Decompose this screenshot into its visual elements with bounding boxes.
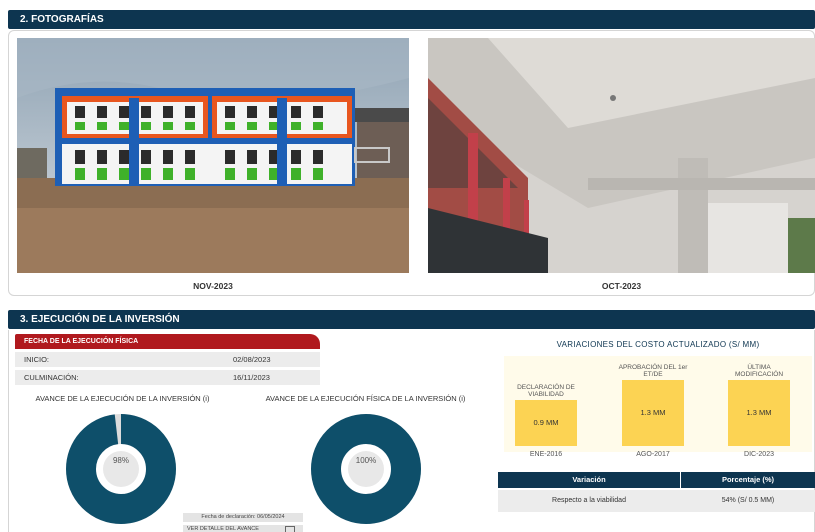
porcentaje-header: Porcentaje (%): [681, 472, 815, 488]
bar-value-label: 1.3 MM: [746, 408, 772, 417]
variacion-header: Variación: [498, 472, 680, 488]
avance-fisica-donut: [309, 412, 423, 526]
culminacion-label: CULMINACIÓN:: [24, 373, 79, 382]
bar-stage-label: ÚLTIMA MODIFICACIÓN: [734, 364, 784, 378]
fecha-inicio-row: INICIO: 02/08/2023: [15, 352, 320, 367]
porcentaje-cell: 54% (S/ 0.5 MM): [721, 497, 775, 504]
inicio-label: INICIO:: [24, 355, 50, 364]
avance-fisica-percent: 100%: [355, 456, 377, 465]
variacion-cell: Respecto a la viabilidad: [552, 497, 626, 504]
bar-value-label: 0.9 MM: [533, 418, 559, 428]
avance-inversion-donut: [64, 412, 178, 526]
x-tick-label: ENE-2016: [529, 451, 563, 458]
section-ejecucion-header: 3. EJECUCIÓN DE LA INVERSIÓN: [8, 310, 815, 329]
bar-ene-2016: 0.9 MM: [515, 400, 577, 446]
section-fotografias-header: 2. FOTOGRAFÍAS: [8, 10, 815, 29]
x-tick-label: DIC-2023: [744, 451, 774, 458]
ver-detalle-button[interactable]: VER DETALLE DEL AVANCE: [183, 525, 303, 532]
x-tick-label: AGO-2017: [636, 451, 670, 458]
ver-detalle-label: VER DETALLE DEL AVANCE: [187, 526, 259, 532]
bar-ago-2017: 1.3 MM: [622, 380, 684, 446]
photo-caption-1: NOV-2023: [193, 281, 233, 291]
photo-oct-2023[interactable]: [428, 38, 815, 273]
photo-caption-2: OCT-2023: [601, 281, 642, 291]
expand-icon: [285, 526, 295, 532]
avance-inversion-percent: 98%: [112, 456, 129, 465]
avance-fisica-title[interactable]: AVANCE DE LA EJECUCIÓN FÍSICA DE LA INVE…: [258, 395, 473, 403]
fecha-declaracion: Fecha de declaración: 06/05/2024: [183, 513, 303, 522]
bar-stage-label: DECLARACIÓN DE VIABILIDAD: [517, 384, 575, 399]
culminacion-value: 16/11/2023: [233, 373, 270, 382]
bar-dic-2023: 1.3 MM: [728, 380, 790, 446]
fecha-culminacion-row: CULMINACIÓN: 16/11/2023: [15, 370, 320, 385]
chart-title: VARIACIONES DEL COSTO ACTUALIZADO (S/ MM…: [556, 340, 760, 349]
photo-nov-2023[interactable]: [17, 38, 409, 273]
avance-inversion-title[interactable]: AVANCE DE LA EJECUCIÓN DE LA INVERSIÓN (…: [15, 395, 230, 403]
inicio-value: 02/08/2023: [233, 355, 271, 364]
table-row: Respecto a la viabilidad 54% (S/ 0.5 MM): [498, 490, 815, 512]
bar-stage-label: APROBACIÓN DEL 1er ET/DE: [618, 364, 688, 378]
bar-value-label: 1.3 MM: [640, 408, 666, 417]
fecha-ejecucion-header: FECHA DE LA EJECUCIÓN FÍSICA: [15, 334, 320, 349]
